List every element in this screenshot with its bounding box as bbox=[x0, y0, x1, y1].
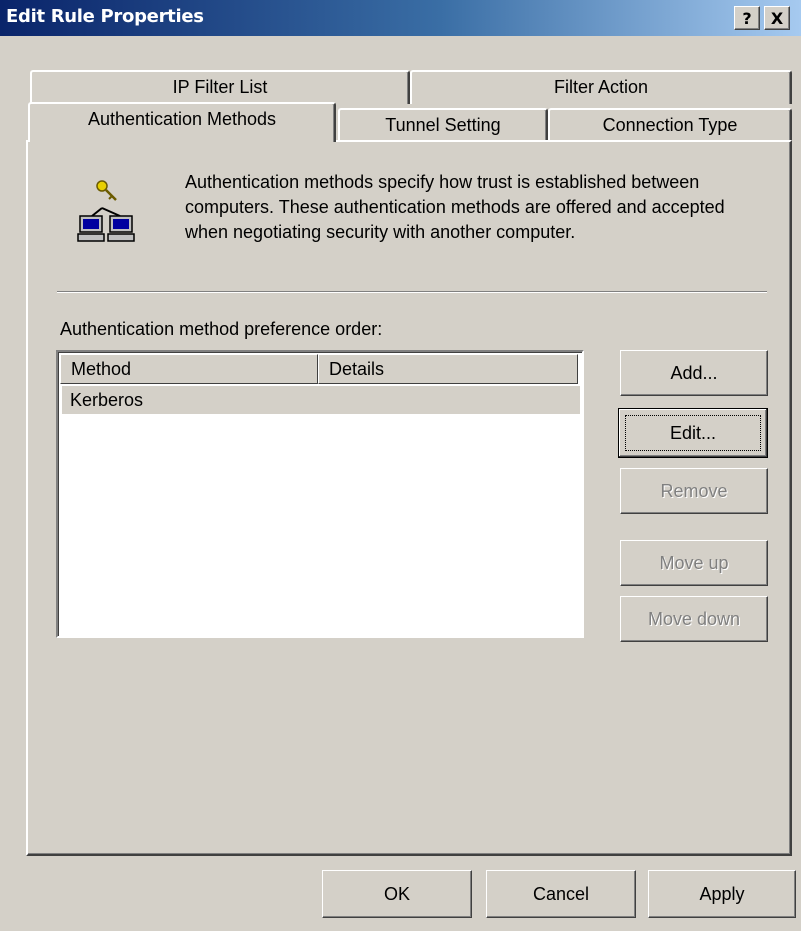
tab-tunnel-setting[interactable]: Tunnel Setting bbox=[338, 108, 548, 142]
help-icon: ? bbox=[742, 9, 752, 28]
close-icon: X bbox=[770, 9, 784, 28]
tab-connection-type[interactable]: Connection Type bbox=[548, 108, 792, 142]
tab-panel bbox=[26, 140, 792, 856]
tab-authentication-methods[interactable]: Authentication Methods bbox=[28, 102, 336, 142]
window-title: Edit Rule Properties bbox=[6, 6, 204, 27]
ok-button[interactable]: OK bbox=[322, 870, 472, 918]
title-bar[interactable]: Edit Rule Properties ? X bbox=[0, 0, 801, 36]
tab-label: IP Filter List bbox=[172, 77, 268, 97]
help-button[interactable]: ? bbox=[734, 6, 760, 30]
tab-ip-filter-list[interactable]: IP Filter List bbox=[30, 70, 410, 104]
close-button[interactable]: X bbox=[764, 6, 790, 30]
tab-label: Filter Action bbox=[553, 77, 649, 97]
cancel-button[interactable]: Cancel bbox=[486, 870, 636, 918]
tab-label: Tunnel Setting bbox=[385, 115, 501, 135]
tab-label: Connection Type bbox=[602, 115, 738, 135]
tab-label: Authentication Methods bbox=[87, 109, 277, 129]
tab-filter-action[interactable]: Filter Action bbox=[410, 70, 792, 104]
apply-button[interactable]: Apply bbox=[648, 870, 796, 918]
